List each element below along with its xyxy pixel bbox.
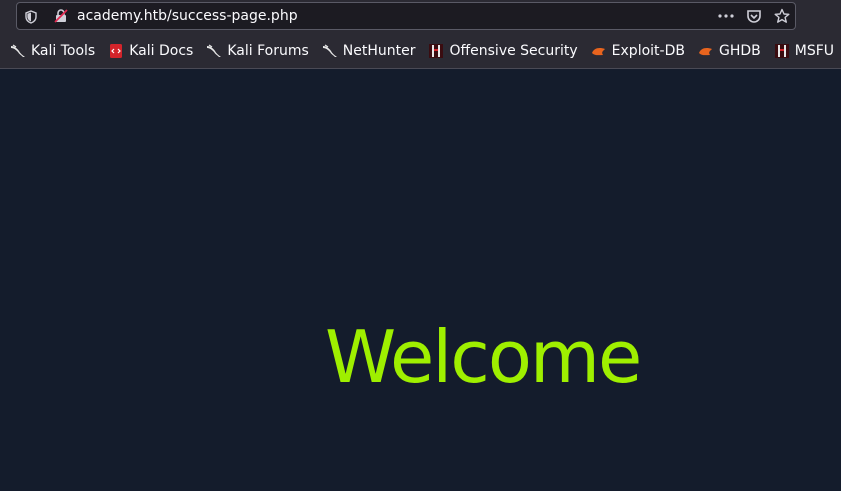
- bookmark-label: Kali Forums: [227, 43, 309, 59]
- bookmark-label: Kali Docs: [129, 43, 194, 59]
- bookmark-exploit-db[interactable]: Exploit-DB: [591, 43, 685, 59]
- star-icon[interactable]: [773, 7, 791, 25]
- kali-docs-icon: [108, 43, 124, 59]
- pocket-icon[interactable]: [745, 7, 763, 25]
- kali-dragon-icon: [10, 43, 26, 59]
- bookmark-kali-forums[interactable]: Kali Forums: [206, 43, 309, 59]
- bookmark-label: Kali Tools: [31, 43, 96, 59]
- bookmark-label: NetHunter: [342, 43, 416, 59]
- bookmark-msfu[interactable]: MSFU: [774, 43, 834, 59]
- exploit-db-icon: [698, 43, 714, 59]
- shield-icon[interactable]: [24, 9, 38, 24]
- bookmark-nethunter[interactable]: NetHunter: [322, 43, 416, 59]
- bookmark-label: MSFU: [794, 43, 834, 59]
- address-bar[interactable]: academy.htb/success-page.php: [16, 2, 796, 30]
- kali-dragon-icon: [206, 43, 222, 59]
- offsec-icon: [428, 43, 444, 59]
- offsec-icon: [774, 43, 790, 59]
- more-dots-icon[interactable]: [717, 7, 735, 25]
- bookmark-label: GHDB: [718, 43, 761, 59]
- bookmark-offensive-security[interactable]: Offensive Security: [428, 43, 578, 59]
- bookmark-label: Offensive Security: [449, 43, 578, 59]
- bookmark-kali-docs[interactable]: Kali Docs: [108, 43, 193, 59]
- insecure-lock-icon[interactable]: [53, 8, 69, 24]
- bookmark-ghdb[interactable]: GHDB: [698, 43, 761, 59]
- browser-toolbar: academy.htb/success-page.php Kali Tools …: [0, 0, 841, 69]
- url-text[interactable]: academy.htb/success-page.php: [77, 8, 298, 25]
- bookmark-label: Exploit-DB: [611, 43, 685, 59]
- welcome-heading: Welcome: [325, 315, 642, 399]
- page-content: Welcome: [0, 69, 841, 491]
- exploit-db-icon: [591, 43, 607, 59]
- bookmark-kali-tools[interactable]: Kali Tools: [10, 43, 95, 59]
- bookmarks-toolbar: Kali Tools Kali Docs Kali Forums NetHunt…: [0, 40, 841, 62]
- kali-dragon-icon: [322, 43, 338, 59]
